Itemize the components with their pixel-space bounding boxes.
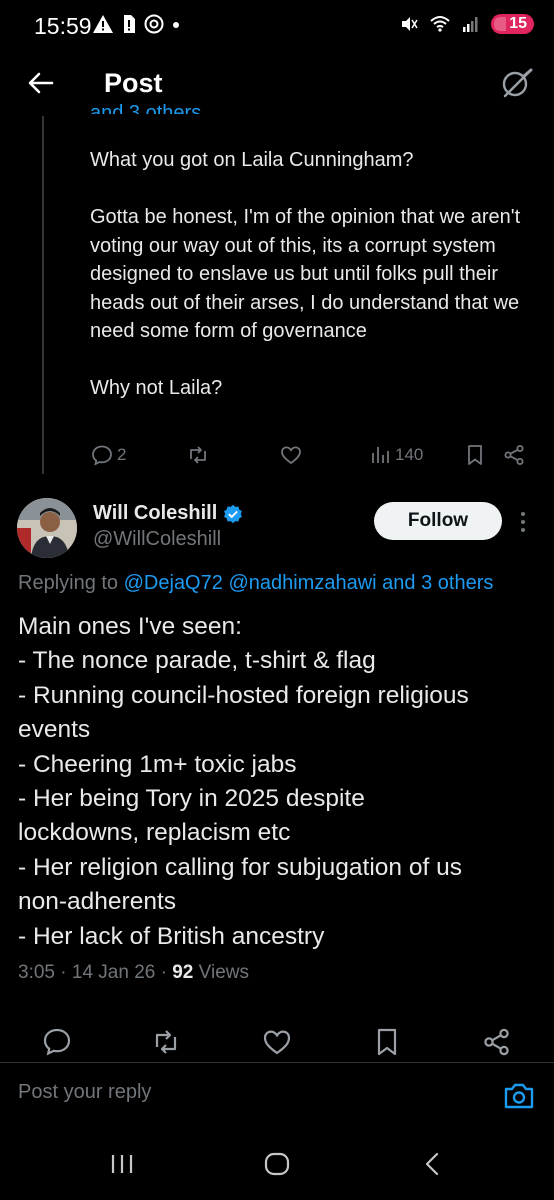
post-metadata: 3:05 · 14 Jan 26 · 92 Views <box>18 962 249 984</box>
post-body-line: Main ones I've seen: <box>18 613 242 640</box>
parent-post-text: What you got on Laila Cunningham? Gotta … <box>90 149 521 399</box>
dot-icon <box>173 22 179 28</box>
author-name[interactable]: Will Coleshill <box>93 502 217 525</box>
status-left-icons <box>92 14 180 34</box>
replying-prefix: Replying to <box>18 572 119 594</box>
page-title: Post <box>104 68 163 98</box>
camera-icon[interactable] <box>502 1079 536 1113</box>
post-body-line: - Her being Tory in 2025 despite <box>18 785 365 813</box>
mention-link[interactable]: @DejaQ72 <box>124 572 223 594</box>
post-time: 3:05 <box>18 962 55 983</box>
share-icon[interactable] <box>481 1026 513 1058</box>
post-views-count[interactable]: 92 <box>172 962 193 983</box>
post-body-line: lockdowns, replacism etc <box>18 819 291 847</box>
parent-like-button[interactable] <box>279 443 303 467</box>
meta-separator: · <box>160 962 167 983</box>
back-icon[interactable] <box>418 1149 448 1179</box>
post-date: 14 Jan 26 <box>71 962 156 983</box>
author-name-row[interactable]: Will Coleshill <box>93 502 243 525</box>
post-body: Main ones I've seen: - The nonce parade,… <box>18 610 538 954</box>
mention-others-link[interactable]: and 3 others <box>382 572 493 594</box>
mention-link[interactable]: @nadhimzahawi <box>228 572 376 594</box>
reply-icon <box>92 445 112 466</box>
post-body-line: - The nonce parade, t-shirt & flag <box>18 647 376 675</box>
top-app-bar: Post <box>0 52 554 116</box>
parent-reply-button[interactable]: 2 <box>90 443 126 467</box>
author-handle[interactable]: @WillColeshill <box>93 528 221 551</box>
arrow-left-icon[interactable] <box>26 68 56 98</box>
parent-views-button[interactable]: 140 <box>370 443 423 467</box>
post-body-line: non-adherents <box>18 888 177 916</box>
wifi-icon <box>430 16 450 32</box>
sim-icon <box>124 15 135 33</box>
reply-composer <box>0 1063 554 1129</box>
parent-action-bar: 2 140 <box>90 443 536 469</box>
heart-icon[interactable] <box>261 1026 293 1058</box>
avatar-photo <box>17 498 77 558</box>
grok-icon[interactable] <box>500 66 534 100</box>
status-time: 15:59 <box>34 13 92 39</box>
post-views-label[interactable]: Views <box>199 962 249 983</box>
parent-bookmark-button[interactable] <box>464 443 486 467</box>
signal-icon <box>463 17 478 32</box>
replying-to: Replying to @DejaQ72 @nadhimzahawi and 3… <box>18 572 493 595</box>
home-icon[interactable] <box>262 1149 292 1179</box>
thread-line <box>42 116 44 474</box>
follow-button[interactable]: Follow <box>374 502 502 540</box>
bookmark-icon <box>468 445 482 465</box>
parent-replying-fragment[interactable]: and 3 others <box>90 96 201 114</box>
verified-badge-icon <box>224 504 243 523</box>
mute-icon <box>402 17 418 31</box>
repost-icon[interactable] <box>150 1026 182 1058</box>
parent-views-count: 140 <box>395 445 424 464</box>
meta-separator: · <box>60 962 67 983</box>
warning-icon <box>93 15 113 33</box>
parent-share-button[interactable] <box>502 443 526 467</box>
more-options-icon[interactable] <box>516 509 530 535</box>
threads-icon <box>144 14 164 34</box>
battery-icon: 15 <box>491 14 534 34</box>
bookmark-icon[interactable] <box>371 1026 403 1058</box>
reply-icon[interactable] <box>41 1026 73 1058</box>
repost-icon <box>190 446 206 464</box>
post-body-line: - Cheering 1m+ toxic jabs <box>18 750 297 778</box>
status-right-icons: 15 <box>399 14 534 34</box>
post-body-line: - Running council-hosted foreign religio… <box>18 681 469 709</box>
recent-apps-icon[interactable] <box>107 1149 137 1179</box>
parent-reply-count: 2 <box>117 445 127 464</box>
post-body-line: - Her religion calling for subjugation o… <box>18 853 462 881</box>
post-action-bar <box>0 1022 554 1062</box>
share-icon <box>504 445 524 465</box>
avatar[interactable] <box>17 498 77 558</box>
heart-icon <box>281 446 301 465</box>
system-navigation-bar <box>0 1129 554 1200</box>
post-body-line: events <box>18 716 91 744</box>
post-body-line: - Her lack of British ancestry <box>18 922 325 950</box>
parent-repost-button[interactable] <box>186 443 210 467</box>
status-bar: 15:59 15 <box>0 0 554 52</box>
views-icon <box>372 447 389 463</box>
reply-input[interactable] <box>18 1081 458 1104</box>
